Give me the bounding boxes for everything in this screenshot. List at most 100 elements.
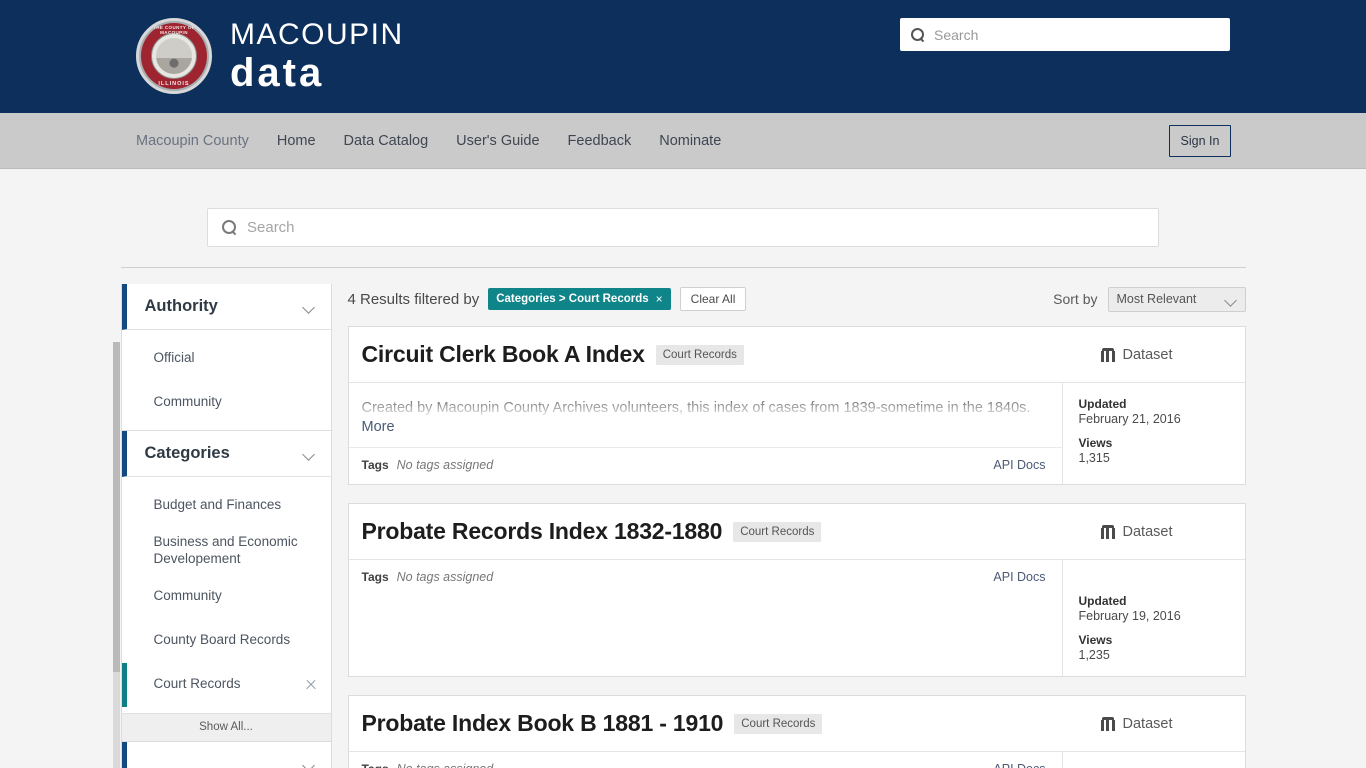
clear-all-button[interactable]: Clear All	[680, 287, 747, 311]
brand-logo[interactable]: THE COUNTY OF MACOUPIN ILLINOIS MACOUPIN…	[136, 18, 404, 94]
active-filter-chip[interactable]: Categories > Court Records ×	[488, 288, 670, 310]
result-title[interactable]: Circuit Clerk Book A Index	[362, 341, 645, 368]
county-seal-icon: THE COUNTY OF MACOUPIN ILLINOIS	[136, 18, 212, 94]
result-title[interactable]: Probate Index Book B 1881 - 1910	[362, 710, 724, 737]
facet-item-label: Court Records	[154, 676, 241, 693]
result-tags-row: Tags No tags assigned API Docs	[349, 752, 1062, 768]
result-card-main: Tags No tags assigned API Docs	[349, 560, 1062, 676]
result-card-header: Circuit Clerk Book A Index Court Records…	[349, 327, 1245, 383]
seal-bottom-text: ILLINOIS	[139, 81, 209, 87]
facet-header-categories[interactable]: Categories	[122, 431, 331, 477]
tags-value: No tags assigned	[397, 458, 494, 472]
facet-items-authority: Official Community	[122, 330, 331, 430]
facet-item-community[interactable]: Community	[122, 575, 331, 619]
result-card[interactable]: Probate Index Book B 1881 - 1910 Court R…	[348, 695, 1246, 768]
tags-label: Tags	[362, 570, 389, 584]
wordmark-top: MACOUPIN	[230, 20, 404, 50]
sidebar-scrollbar-thumb[interactable]	[113, 342, 120, 672]
result-category-badge[interactable]: Court Records	[733, 522, 821, 542]
updated-value: February 19, 2016	[1079, 609, 1229, 623]
facet-item-label: Official	[154, 350, 195, 367]
result-type: Dataset	[1101, 524, 1229, 540]
result-description: Created by Macoupin County Archives volu…	[349, 383, 1062, 419]
results-column: 4 Results filtered by Categories > Court…	[348, 284, 1246, 768]
facet-item-label: Budget and Finances	[154, 497, 282, 514]
api-docs-link[interactable]: API Docs	[993, 570, 1045, 584]
views-value: 1,235	[1079, 648, 1229, 662]
chevron-down-icon	[304, 761, 315, 768]
sign-in-button[interactable]: Sign In	[1169, 125, 1231, 157]
facet-item-court-records[interactable]: Court Records	[122, 663, 331, 707]
facet-next-partial	[121, 742, 332, 768]
result-type-label: Dataset	[1123, 716, 1173, 732]
results-toolbar: 4 Results filtered by Categories > Court…	[348, 284, 1246, 314]
header-search-input[interactable]: Search	[900, 18, 1230, 51]
result-tags: Tags No tags assigned	[362, 570, 494, 584]
facet-item-official[interactable]: Official	[122, 336, 331, 380]
result-title[interactable]: Probate Records Index 1832-1880	[362, 518, 723, 545]
facet-header-partial[interactable]	[122, 742, 331, 768]
sort-by-value: Most Relevant	[1117, 292, 1197, 306]
chevron-down-icon	[304, 303, 315, 310]
facet-sidebar: Authority Official Community Categories	[121, 284, 332, 768]
result-card-header: Probate Records Index 1832-1880 Court Re…	[349, 504, 1245, 560]
content-area: Authority Official Community Categories	[121, 268, 1246, 768]
main-search-wrap: Search	[0, 169, 1366, 247]
facet-item-community[interactable]: Community	[122, 380, 331, 424]
dataset-icon	[1101, 525, 1115, 539]
result-title-wrap: Probate Index Book B 1881 - 1910 Court R…	[362, 710, 823, 737]
api-docs-link[interactable]: API Docs	[993, 458, 1045, 472]
result-card-body: Tags No tags assigned API Docs Updated F…	[349, 560, 1245, 676]
result-tags-row: Tags No tags assigned API Docs	[349, 560, 1062, 596]
result-type-label: Dataset	[1123, 524, 1173, 540]
result-card[interactable]: Probate Records Index 1832-1880 Court Re…	[348, 503, 1246, 677]
results-count: 4 Results filtered by	[348, 291, 480, 308]
search-icon	[222, 220, 237, 235]
facet-categories: Categories Budget and Finances Business …	[121, 431, 332, 742]
facet-header-authority[interactable]: Authority	[122, 284, 331, 330]
facet-item-county-board-records[interactable]: County Board Records	[122, 619, 331, 663]
api-docs-link[interactable]: API Docs	[993, 762, 1045, 768]
facet-item-label: Community	[154, 394, 222, 411]
dataset-icon	[1101, 717, 1115, 731]
nav-item-nominate[interactable]: Nominate	[659, 133, 721, 149]
remove-filter-icon[interactable]: ×	[656, 292, 663, 306]
result-more-link[interactable]: More	[349, 419, 1062, 447]
search-icon	[911, 28, 925, 42]
result-type: Dataset	[1101, 716, 1229, 732]
facet-item-budget-and-finances[interactable]: Budget and Finances	[122, 483, 331, 527]
result-type: Dataset	[1101, 347, 1229, 363]
result-category-badge[interactable]: Court Records	[656, 345, 744, 365]
result-card[interactable]: Circuit Clerk Book A Index Court Records…	[348, 326, 1246, 485]
result-title-wrap: Probate Records Index 1832-1880 Court Re…	[362, 518, 822, 545]
nav-item-users-guide[interactable]: User's Guide	[456, 133, 539, 149]
nav-item-macoupin-county[interactable]: Macoupin County	[136, 133, 249, 149]
result-card-body: Created by Macoupin County Archives volu…	[349, 383, 1245, 484]
nav-item-feedback[interactable]: Feedback	[568, 133, 632, 149]
result-card-main: Tags No tags assigned API Docs	[349, 752, 1062, 768]
sidebar-scrollbar[interactable]	[113, 342, 120, 768]
result-tags: Tags No tags assigned	[362, 458, 494, 472]
result-tags: Tags No tags assigned	[362, 762, 494, 768]
results-filter-summary: 4 Results filtered by Categories > Court…	[348, 287, 747, 311]
updated-label: Updated	[1079, 397, 1229, 411]
remove-facet-icon[interactable]	[305, 679, 317, 691]
result-category-badge[interactable]: Court Records	[734, 714, 822, 734]
wordmark: MACOUPIN data	[230, 20, 404, 93]
main-navigation: Macoupin County Home Data Catalog User's…	[0, 113, 1366, 169]
nav-item-home[interactable]: Home	[277, 133, 316, 149]
chevron-down-icon	[304, 450, 315, 457]
facet-item-label: Business and Economic Developement	[154, 534, 317, 568]
page-body: Search Authority Official Comm	[0, 169, 1366, 768]
site-header: THE COUNTY OF MACOUPIN ILLINOIS MACOUPIN…	[0, 0, 1366, 113]
updated-value: February 21, 2016	[1079, 412, 1229, 426]
sort-by-select[interactable]: Most Relevant	[1108, 287, 1246, 312]
active-filter-label: Categories > Court Records	[496, 293, 648, 305]
sort-by-label: Sort by	[1053, 291, 1097, 307]
facet-item-label: Community	[154, 588, 222, 605]
views-value: 1,315	[1079, 451, 1229, 465]
show-all-categories-button[interactable]: Show All...	[122, 713, 331, 741]
facet-item-business-and-economic-developement[interactable]: Business and Economic Developement	[122, 527, 331, 575]
nav-item-data-catalog[interactable]: Data Catalog	[344, 133, 429, 149]
catalog-search-input[interactable]: Search	[207, 208, 1159, 247]
